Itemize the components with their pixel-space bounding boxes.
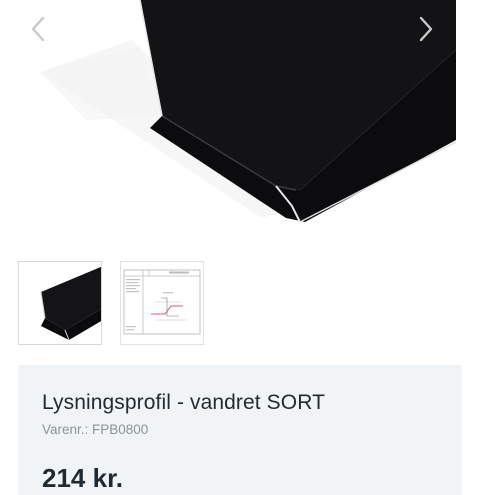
thumbnail-strip — [18, 261, 204, 345]
product-main-image — [40, 0, 457, 223]
gallery-prev-button[interactable] — [30, 16, 62, 52]
gallery-next-button[interactable] — [418, 16, 450, 52]
thumbnail-photo[interactable] — [18, 261, 102, 345]
product-title: Lysningsprofil - vandret SORT — [42, 391, 326, 414]
product-sku: Varenr.: FPB0800 — [42, 422, 149, 437]
chevron-right-icon — [419, 16, 433, 42]
product-price: 214 kr. — [42, 463, 123, 493]
thumbnail-photo-image — [40, 266, 101, 341]
product-image-gallery[interactable] — [0, 0, 480, 240]
product-info-card: Lysningsprofil - vandret SORT Varenr.: F… — [18, 365, 462, 495]
chevron-left-icon — [31, 16, 45, 42]
thumbnail-drawing[interactable] — [120, 261, 204, 345]
technical-drawing-image — [123, 269, 201, 335]
